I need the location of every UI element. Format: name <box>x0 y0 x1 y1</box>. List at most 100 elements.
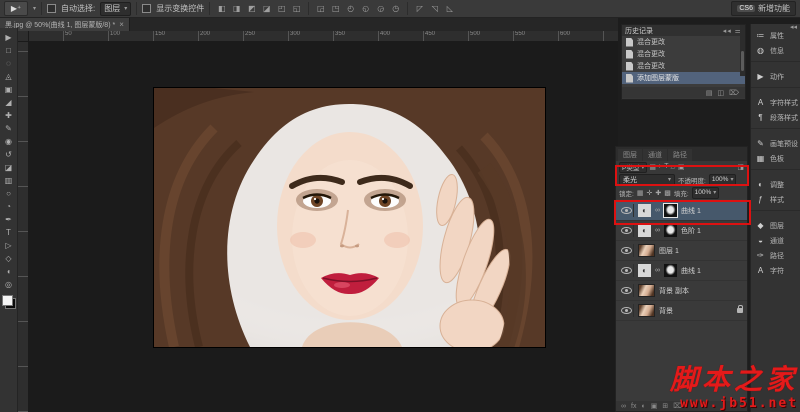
history-item[interactable]: 混合更改 <box>622 60 745 72</box>
auto-select-checkbox[interactable] <box>47 4 56 13</box>
marquee-tool[interactable]: □ <box>1 44 17 57</box>
panel-tab-paragraph-styles[interactable]: ¶ 段落样式 <box>751 110 800 125</box>
visibility-toggle[interactable] <box>620 304 634 317</box>
align-icon[interactable]: ◰ <box>275 2 288 15</box>
lock-option-icon[interactable]: ✚ <box>655 189 661 197</box>
close-icon[interactable]: × <box>119 20 124 29</box>
eyedropper-tool[interactable]: ◢ <box>1 96 17 109</box>
show-transform-checkbox[interactable] <box>142 4 151 13</box>
options-icon[interactable]: ◸ <box>413 2 426 15</box>
filter-kind-icon[interactable]: ▦ <box>649 163 656 171</box>
tool-preset-caret-icon[interactable]: ▾ <box>33 5 36 12</box>
history-footer-icon[interactable]: ▤ <box>706 89 713 97</box>
hand-tool[interactable]: ◖ <box>1 265 17 278</box>
clone-stamp-tool[interactable]: ◉ <box>1 135 17 148</box>
distribute-icon[interactable]: ◵ <box>359 2 372 15</box>
layers-bottom-icon[interactable]: ∞ <box>621 403 626 410</box>
adjustment-thumbnail[interactable]: ◐ <box>638 224 651 237</box>
layer-mask-thumbnail[interactable] <box>664 224 677 237</box>
path-select-tool[interactable]: ▷ <box>1 239 17 252</box>
panel-tab-swatches[interactable]: ▦ 色板 <box>751 151 800 166</box>
align-icon[interactable]: ◩ <box>245 2 258 15</box>
history-item[interactable]: 添加图层蒙版 <box>622 72 745 84</box>
panel-tab-layers[interactable]: ◆ 图层 <box>751 218 800 233</box>
layer-mask-thumbnail[interactable] <box>664 264 677 277</box>
distribute-icon[interactable]: ◳ <box>329 2 342 15</box>
foreground-color-swatch[interactable] <box>2 295 13 306</box>
healing-brush-tool[interactable]: ✚ <box>1 109 17 122</box>
gradient-tool[interactable]: ▥ <box>1 174 17 187</box>
panel-tab-info[interactable]: ◍ 信息 <box>751 43 800 58</box>
visibility-toggle[interactable] <box>620 224 634 237</box>
layer-1[interactable]: ◐ ∞ 图层 1 <box>616 241 747 261</box>
layers-bottom-icon[interactable]: ⊞ <box>662 402 668 410</box>
visibility-toggle[interactable] <box>620 284 634 297</box>
distribute-icon[interactable]: ◴ <box>344 2 357 15</box>
options-icon[interactable]: ◺ <box>443 2 456 15</box>
shape-tool[interactable]: ◇ <box>1 252 17 265</box>
align-icon[interactable]: ◪ <box>260 2 273 15</box>
layers-bottom-icon[interactable]: fx <box>631 403 636 410</box>
history-footer-icon[interactable]: ◫ <box>717 89 724 97</box>
tab-channels[interactable]: 通道 <box>643 149 667 161</box>
document-tab[interactable]: 黑.jpg @ 50%(曲线 1, 图层蒙版/8) * × <box>0 18 130 31</box>
auto-select-dropdown[interactable]: 图层 ▾ <box>100 2 131 16</box>
layer-curves-1[interactable]: ◐ ∞ 曲线 1 <box>616 261 747 281</box>
panel-tab-brush-presets[interactable]: ✎ 画笔预设 <box>751 136 800 151</box>
brush-tool[interactable]: ✎ <box>1 122 17 135</box>
workspace-switcher[interactable]: CS6 新增功能 <box>731 1 796 16</box>
layer-thumbnail[interactable] <box>638 244 655 257</box>
tab-paths[interactable]: 路径 <box>668 149 692 161</box>
dodge-tool[interactable]: ◔ <box>1 200 17 213</box>
layers-bottom-icon[interactable]: ◐ <box>641 403 645 410</box>
filter-kind-icon[interactable]: T <box>664 163 668 171</box>
history-brush-tool[interactable]: ↺ <box>1 148 17 161</box>
canvas-area[interactable] <box>28 41 618 412</box>
align-icon[interactable]: ◧ <box>215 2 228 15</box>
move-tool-options-icon[interactable]: ▶⁺ <box>4 1 28 16</box>
distribute-icon[interactable]: ◲ <box>314 2 327 15</box>
zoom-tool[interactable]: ◎ <box>1 278 17 291</box>
adjustment-thumbnail[interactable]: ◐ <box>638 264 651 277</box>
options-icon[interactable]: ◹ <box>428 2 441 15</box>
distribute-icon[interactable]: ◷ <box>389 2 402 15</box>
filter-toggle-icon[interactable]: ◨ <box>737 163 744 171</box>
visibility-toggle[interactable] <box>620 204 634 217</box>
layer-mask-thumbnail[interactable] <box>664 204 677 217</box>
move-tool[interactable]: ▶ <box>1 31 17 44</box>
layer-background-copy[interactable]: ◐ ∞ 背景 副本 <box>616 281 747 301</box>
lasso-tool[interactable]: ◌ <box>1 57 17 70</box>
layer-thumbnail[interactable] <box>638 304 655 317</box>
crop-tool[interactable]: ▣ <box>1 83 17 96</box>
panel-tab-styles[interactable]: ƒ 样式 <box>751 192 800 207</box>
layer-curves-1-selected[interactable]: ◐ ∞ 曲线 1 <box>616 201 747 221</box>
layer-filter-dropdown[interactable]: Ρ类型 ▾ <box>619 162 647 173</box>
magic-wand-tool[interactable]: ◬ <box>1 70 17 83</box>
eraser-tool[interactable]: ◪ <box>1 161 17 174</box>
lock-option-icon[interactable]: ▦ <box>637 189 644 197</box>
history-item[interactable]: 混合更改 <box>622 36 745 48</box>
panel-tab-channels[interactable]: ◒ 通道 <box>751 233 800 248</box>
lock-option-icon[interactable]: ▩ <box>664 189 671 197</box>
layer-background[interactable]: ◐ ∞ 背景 <box>616 301 747 321</box>
tab-layers[interactable]: 图层 <box>618 149 642 161</box>
filter-kind-icon[interactable]: ▣ <box>678 163 685 171</box>
align-icon[interactable]: ◨ <box>230 2 243 15</box>
align-icon[interactable]: ◱ <box>290 2 303 15</box>
panel-tab-paths[interactable]: ✑ 路径 <box>751 248 800 263</box>
panel-tab-character[interactable]: A 字符 <box>751 263 800 278</box>
opacity-field[interactable]: 100% ▾ <box>709 174 737 186</box>
layers-bottom-icon[interactable]: ▣ <box>651 402 658 410</box>
lock-option-icon[interactable]: ✛ <box>646 189 652 197</box>
history-scrollbar[interactable] <box>740 25 745 76</box>
filter-kind-icon[interactable]: ◐ <box>658 163 662 171</box>
layer-thumbnail[interactable] <box>638 284 655 297</box>
visibility-toggle[interactable] <box>620 264 634 277</box>
panel-tab-adjustments[interactable]: ◐ 调整 <box>751 177 800 192</box>
pen-tool[interactable]: ✒ <box>1 213 17 226</box>
panel-tab-actions[interactable]: ▶ 动作 <box>751 69 800 84</box>
layer-levels-1[interactable]: ◐ ∞ 色阶 1 <box>616 221 747 241</box>
distribute-icon[interactable]: ◶ <box>374 2 387 15</box>
visibility-toggle[interactable] <box>620 244 634 257</box>
collapse-dock-icon[interactable]: ◂◂ <box>790 23 797 31</box>
